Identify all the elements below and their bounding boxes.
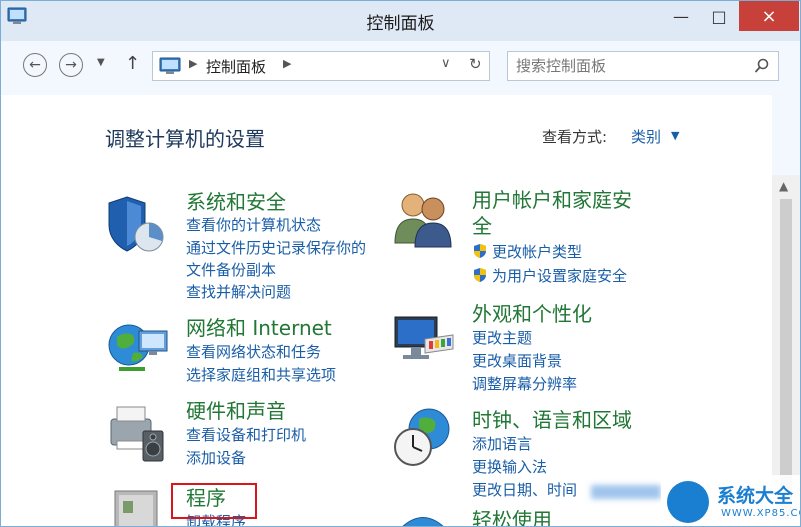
category-user-accounts[interactable]: 用户帐户和家庭安	[472, 187, 632, 214]
link-add-device[interactable]: 添加设备	[186, 447, 246, 469]
blurred-text	[591, 485, 661, 499]
link-change-input-method[interactable]: 更换输入法	[472, 456, 547, 478]
maximize-button[interactable]: □	[701, 1, 737, 31]
category-system-security[interactable]: 系统和安全	[186, 189, 286, 216]
minimize-button[interactable]: —	[663, 1, 699, 31]
arrow-right-icon: →	[65, 57, 77, 73]
breadcrumb-control-panel[interactable]: 控制面板	[206, 56, 266, 77]
watermark-circle-icon	[667, 481, 709, 523]
link-add-language[interactable]: 添加语言	[472, 433, 532, 455]
link-label: 为用户设置家庭安全	[492, 267, 628, 285]
close-button[interactable]: ×	[739, 1, 799, 31]
category-network-internet[interactable]: 网络和 Internet	[186, 315, 332, 342]
monitor-palette-icon[interactable]	[391, 309, 457, 371]
link-adjust-resolution[interactable]: 调整屏幕分辨率	[472, 373, 577, 395]
title-bar[interactable]: 控制面板 — □ ×	[1, 1, 800, 41]
link-change-theme[interactable]: 更改主题	[472, 327, 532, 349]
shield-security-icon[interactable]	[105, 193, 171, 259]
link-family-safety[interactable]: 为用户设置家庭安全	[472, 265, 627, 287]
scroll-thumb[interactable]	[780, 199, 792, 519]
watermark-logo: 系统大全 WWW.XP85.COM	[661, 475, 800, 526]
category-clock-language-region[interactable]: 时钟、语言和区域	[472, 407, 632, 434]
category-ease-of-access[interactable]: 轻松使用	[472, 507, 552, 526]
address-history-chevron-down-icon[interactable]: ∨	[441, 56, 451, 71]
clock-globe-icon[interactable]	[391, 405, 457, 469]
back-button[interactable]: ←	[23, 53, 47, 77]
navigation-bar: ← → ▼ ↑ ▶ 控制面板 ▶ ∨ ↻	[1, 41, 800, 95]
recent-locations-chevron-down-icon[interactable]: ▼	[97, 57, 105, 68]
category-user-accounts-cont[interactable]: 全	[472, 213, 492, 240]
users-icon[interactable]	[391, 187, 457, 249]
breadcrumb-separator-icon[interactable]: ▶	[283, 57, 291, 70]
link-devices-printers[interactable]: 查看设备和打印机	[186, 424, 306, 446]
category-appearance[interactable]: 外观和个性化	[472, 301, 592, 328]
link-file-history-backup[interactable]: 通过文件历史记录保存你的	[186, 237, 366, 259]
up-arrow-icon[interactable]: ↑	[125, 53, 140, 74]
control-panel-icon	[159, 57, 181, 74]
link-view-computer-status[interactable]: 查看你的计算机状态	[186, 214, 321, 236]
watermark-url: WWW.XP85.COM	[721, 508, 800, 519]
uac-shield-icon	[474, 268, 486, 282]
search-icon[interactable]	[754, 58, 770, 74]
link-troubleshoot[interactable]: 查找并解决问题	[186, 281, 291, 303]
view-by-chevron-down-icon[interactable]: ▼	[671, 129, 679, 142]
address-bar[interactable]: ▶ 控制面板 ▶ ∨ ↻	[152, 51, 490, 81]
breadcrumb-separator-icon[interactable]: ▶	[189, 57, 197, 70]
link-label: 更改帐户类型	[492, 243, 583, 261]
link-change-desktop-background[interactable]: 更改桌面背景	[472, 350, 562, 372]
watermark-text: 系统大全	[717, 485, 794, 507]
ease-of-access-icon[interactable]	[391, 513, 457, 527]
search-box[interactable]	[507, 51, 779, 81]
refresh-icon[interactable]: ↻	[469, 55, 482, 73]
link-change-date-time[interactable]: 更改日期、时间	[472, 479, 577, 501]
network-globe-icon[interactable]	[105, 317, 171, 381]
search-input[interactable]	[516, 55, 736, 77]
view-by-dropdown[interactable]: 类别	[631, 126, 661, 147]
arrow-left-icon: ←	[29, 57, 41, 73]
printer-speaker-icon[interactable]	[105, 401, 171, 465]
highlight-box-programs	[171, 483, 257, 519]
link-network-status[interactable]: 查看网络状态和任务	[186, 341, 321, 363]
programs-box-icon[interactable]	[105, 485, 171, 527]
control-panel-window: 控制面板 — □ × ← → ▼ ↑ ▶ 控制面板 ▶ ∨ ↻ 搜索控制面板 调…	[0, 0, 801, 527]
view-by-label: 查看方式:	[542, 128, 608, 146]
uac-shield-icon	[474, 244, 486, 258]
category-hardware-sound[interactable]: 硬件和声音	[186, 398, 286, 425]
forward-button[interactable]: →	[59, 53, 83, 77]
scroll-up-arrow-icon[interactable]: ▲	[779, 179, 788, 193]
link-change-account-type[interactable]: 更改帐户类型	[472, 241, 582, 263]
link-file-history-backup-cont[interactable]: 文件备份副本	[186, 259, 276, 281]
link-homegroup-sharing[interactable]: 选择家庭组和共享选项	[186, 364, 336, 386]
page-title: 调整计算机的设置	[105, 127, 265, 151]
